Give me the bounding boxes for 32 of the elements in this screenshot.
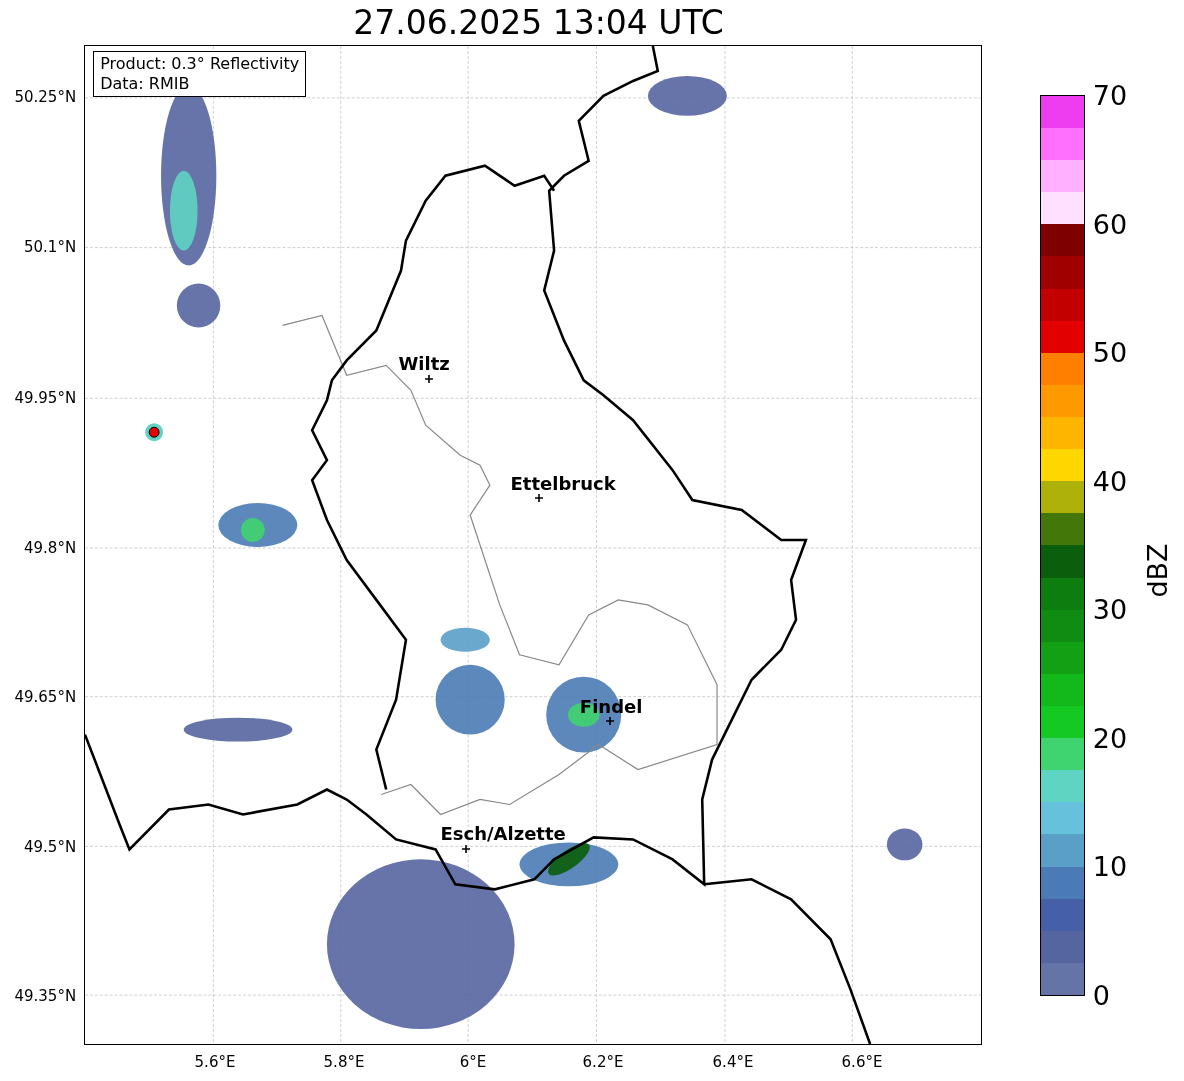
axis-tick-label: 6.6°E	[841, 1053, 883, 1071]
chart-title: 27.06.2025 13:04 UTC	[353, 2, 724, 43]
cross-marker-icon	[606, 717, 615, 725]
colorbar-tick-label: 30	[1092, 593, 1128, 625]
axis-tick-label: 50.1°N	[24, 238, 77, 256]
colorbar-tick-label: 40	[1092, 465, 1128, 497]
place-label: Esch/Alzette	[440, 822, 566, 844]
colorbar-tick-label: 10	[1092, 850, 1128, 882]
axis-tick-label: 49.35°N	[14, 987, 77, 1005]
colorbar-tick-label: 50	[1092, 336, 1128, 368]
colorbar-tick-label: 70	[1092, 79, 1128, 111]
axis-tick-label: 6.2°E	[582, 1053, 624, 1071]
cross-marker-icon	[535, 494, 544, 502]
axis-tick-label: 49.5°N	[24, 838, 77, 856]
axis-tick-label: 5.8°E	[323, 1053, 365, 1071]
axis-tick-label: 6.4°E	[712, 1053, 754, 1071]
place-label: Wiltz	[398, 352, 450, 374]
axis-tick-label: 49.95°N	[14, 389, 77, 407]
legend-text: Product: 0.3° Reflectivity	[100, 54, 300, 74]
cross-marker-icon	[462, 845, 471, 853]
colorbar-tick-label: 60	[1092, 208, 1128, 240]
colorbar-tick-label: 20	[1092, 722, 1128, 754]
axis-tick-label: 6°E	[459, 1053, 487, 1071]
colorbar-tick-label: 0	[1092, 979, 1110, 1011]
cross-marker-icon	[425, 375, 434, 383]
axis-tick-label: 50.25°N	[14, 88, 77, 106]
legend-text: Data: RMIB	[100, 74, 191, 94]
place-label: Ettelbruck	[510, 472, 616, 494]
axis-tick-label: 49.8°N	[24, 539, 77, 557]
axis-tick-label: 5.6°E	[194, 1053, 236, 1071]
colorbar-label: dBZ	[1141, 542, 1173, 598]
axis-tick-label: 49.65°N	[14, 688, 77, 706]
